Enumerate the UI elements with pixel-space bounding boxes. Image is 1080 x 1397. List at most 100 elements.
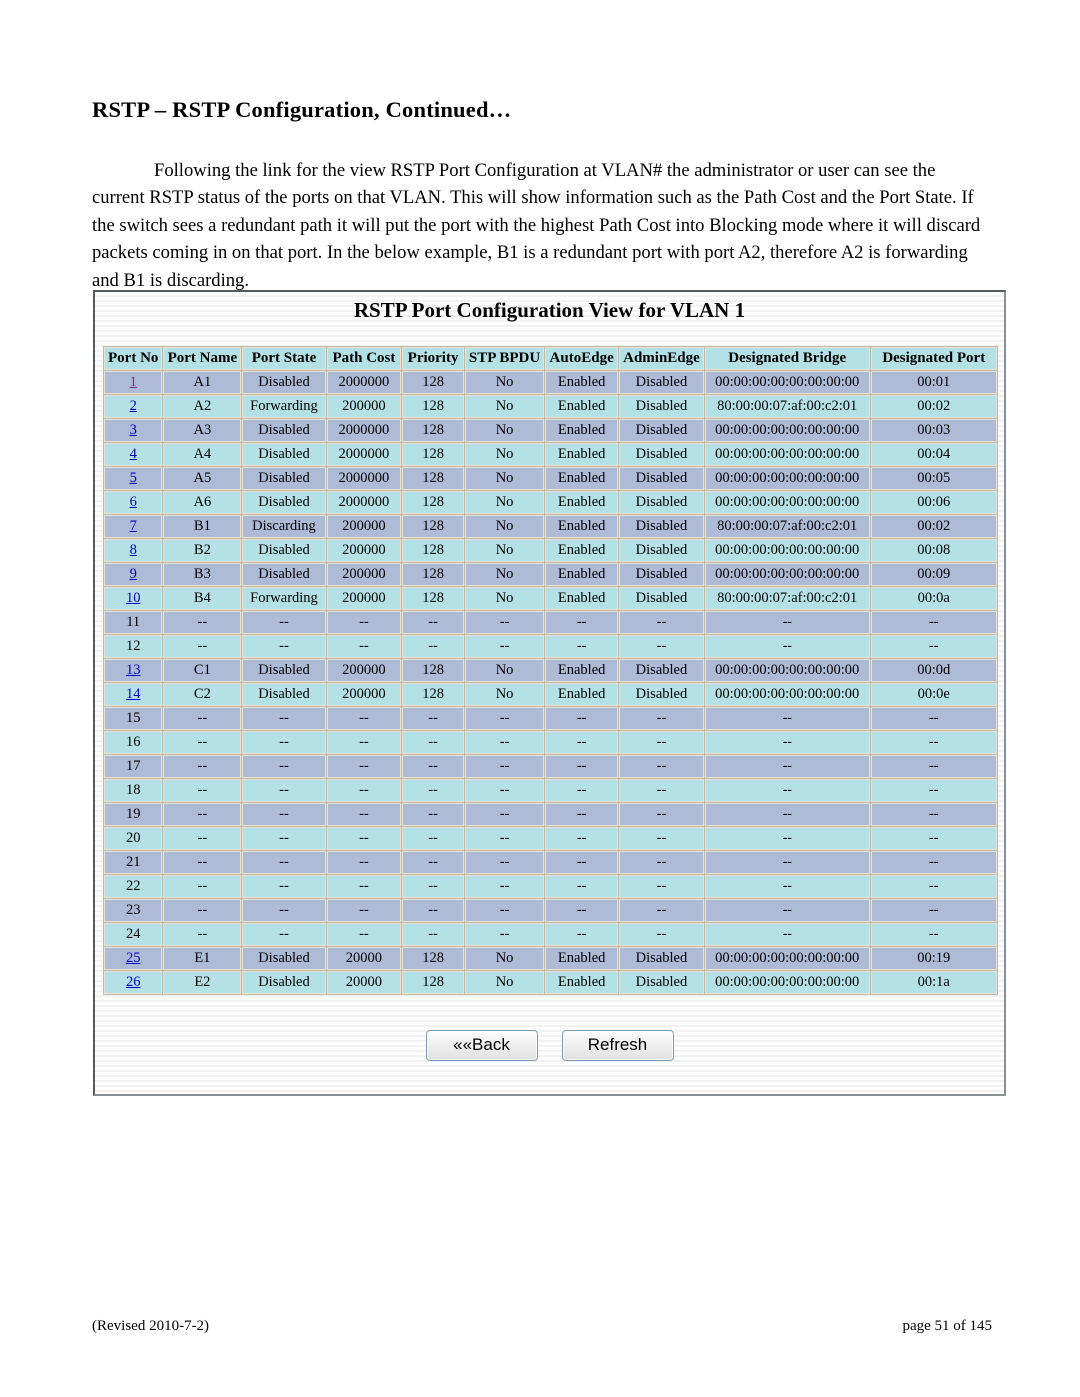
back-button[interactable]: ««Back: [425, 1030, 538, 1061]
cell-admin-edge: Disabled: [619, 395, 704, 418]
cell-path-cost: 2000000: [326, 491, 402, 514]
cell-port-state: Forwarding: [242, 587, 326, 610]
port-link[interactable]: 8: [130, 542, 137, 558]
cell-port-name: --: [163, 779, 242, 802]
port-link[interactable]: 1: [130, 374, 137, 390]
cell-port-no[interactable]: 8: [104, 539, 163, 562]
table-row: 2 A2 Forwarding 200000 128 No Enabled Disabled 8…: [104, 395, 997, 418]
cell-auto-edge: Enabled: [545, 971, 619, 994]
cell-admin-edge: --: [619, 611, 704, 634]
cell-path-cost: 200000: [326, 587, 402, 610]
port-link[interactable]: 9: [130, 566, 137, 582]
cell-path-cost: 20000: [326, 947, 402, 970]
cell-designated-port: --: [870, 611, 997, 634]
cell-auto-edge: --: [545, 731, 619, 754]
port-link[interactable]: 6: [130, 494, 137, 510]
cell-path-cost: --: [326, 875, 402, 898]
cell-designated-bridge: --: [704, 635, 870, 658]
port-link[interactable]: 4: [130, 446, 137, 462]
port-link[interactable]: 7: [130, 518, 137, 534]
table-header-row: Port No Port Name Port State Path Cost P…: [104, 347, 997, 370]
column-header-admin-edge: AdminEdge: [619, 347, 704, 370]
cell-designated-bridge: 00:00:00:00:00:00:00:00: [704, 443, 870, 466]
cell-port-name: A1: [163, 371, 242, 394]
cell-path-cost: --: [326, 635, 402, 658]
rstp-screenshot-frame: RSTP Port Configuration View for VLAN 1 …: [93, 290, 1006, 1096]
cell-port-no: 22: [104, 875, 163, 898]
cell-port-no[interactable]: 25: [104, 947, 163, 970]
table-row: 17 -- -- -- -- -- -- -- -- --: [104, 755, 997, 778]
cell-port-state: --: [242, 899, 326, 922]
cell-path-cost: --: [326, 779, 402, 802]
refresh-button[interactable]: Refresh: [561, 1030, 674, 1061]
cell-port-no[interactable]: 13: [104, 659, 163, 682]
port-link[interactable]: 2: [130, 398, 137, 414]
cell-path-cost: 200000: [326, 659, 402, 682]
cell-port-no[interactable]: 10: [104, 587, 163, 610]
cell-priority: --: [402, 827, 464, 850]
cell-path-cost: --: [326, 803, 402, 826]
cell-stp-bpdu: No: [464, 587, 545, 610]
cell-auto-edge: Enabled: [545, 659, 619, 682]
table-row: 4 A4 Disabled 2000000 128 No Enabled Disabled 00…: [104, 443, 997, 466]
column-header-port-name: Port Name: [163, 347, 242, 370]
port-link[interactable]: 5: [130, 470, 137, 486]
cell-auto-edge: Enabled: [545, 467, 619, 490]
port-link[interactable]: 14: [126, 686, 141, 702]
column-header-priority: Priority: [402, 347, 464, 370]
cell-port-no[interactable]: 3: [104, 419, 163, 442]
cell-admin-edge: --: [619, 875, 704, 898]
body-paragraph: Following the link for the view RSTP Por…: [92, 159, 981, 291]
cell-port-no[interactable]: 4: [104, 443, 163, 466]
cell-stp-bpdu: No: [464, 947, 545, 970]
port-link[interactable]: 13: [126, 662, 141, 678]
table-row: 18 -- -- -- -- -- -- -- -- --: [104, 779, 997, 802]
cell-port-no: 21: [104, 851, 163, 874]
cell-port-name: B2: [163, 539, 242, 562]
cell-port-state: --: [242, 707, 326, 730]
port-link[interactable]: 26: [126, 974, 141, 990]
table-row: 16 -- -- -- -- -- -- -- -- --: [104, 731, 997, 754]
cell-priority: 128: [402, 587, 464, 610]
cell-designated-port: 00:0e: [870, 683, 997, 706]
cell-admin-edge: Disabled: [619, 515, 704, 538]
cell-port-no[interactable]: 6: [104, 491, 163, 514]
footer-revision: (Revised 2010-7-2): [92, 1318, 210, 1334]
cell-designated-bridge: --: [704, 611, 870, 634]
table-row: 24 -- -- -- -- -- -- -- -- --: [104, 923, 997, 946]
cell-admin-edge: --: [619, 827, 704, 850]
cell-port-no[interactable]: 14: [104, 683, 163, 706]
cell-port-no: 19: [104, 803, 163, 826]
cell-path-cost: --: [326, 827, 402, 850]
cell-port-state: --: [242, 827, 326, 850]
cell-port-name: --: [163, 899, 242, 922]
cell-auto-edge: --: [545, 827, 619, 850]
cell-port-state: Disabled: [242, 683, 326, 706]
cell-designated-bridge: --: [704, 875, 870, 898]
cell-port-no[interactable]: 26: [104, 971, 163, 994]
cell-port-state: Discarding: [242, 515, 326, 538]
cell-admin-edge: Disabled: [619, 443, 704, 466]
cell-port-no[interactable]: 9: [104, 563, 163, 586]
column-header-stp-bpdu: STP BPDU: [464, 347, 545, 370]
cell-port-no[interactable]: 2: [104, 395, 163, 418]
cell-priority: 128: [402, 491, 464, 514]
port-link[interactable]: 3: [130, 422, 137, 438]
cell-port-no[interactable]: 7: [104, 515, 163, 538]
port-link[interactable]: 10: [126, 590, 141, 606]
cell-port-no[interactable]: 5: [104, 467, 163, 490]
cell-designated-port: --: [870, 827, 997, 850]
cell-port-no: 15: [104, 707, 163, 730]
cell-auto-edge: --: [545, 635, 619, 658]
cell-port-state: Forwarding: [242, 395, 326, 418]
cell-auto-edge: --: [545, 899, 619, 922]
cell-stp-bpdu: No: [464, 971, 545, 994]
cell-port-no[interactable]: 1: [104, 371, 163, 394]
cell-priority: --: [402, 875, 464, 898]
port-link[interactable]: 25: [126, 950, 141, 966]
cell-port-name: A5: [163, 467, 242, 490]
cell-auto-edge: Enabled: [545, 587, 619, 610]
cell-auto-edge: Enabled: [545, 395, 619, 418]
cell-port-state: Disabled: [242, 539, 326, 562]
cell-auto-edge: --: [545, 851, 619, 874]
